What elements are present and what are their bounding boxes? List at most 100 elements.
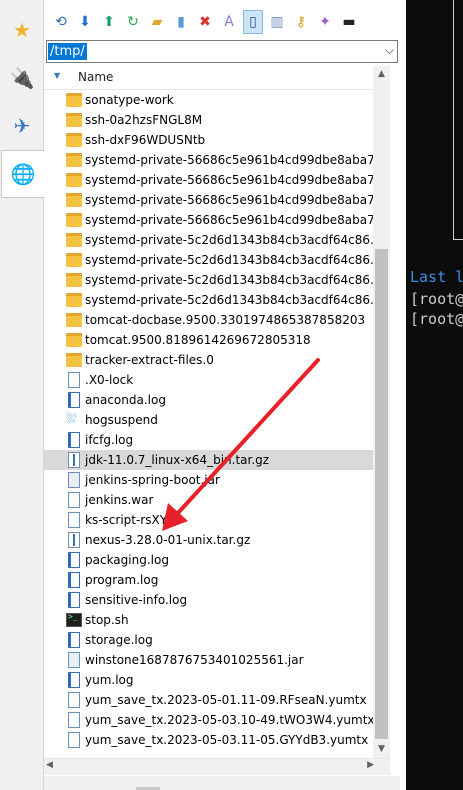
folder-icon [66,273,82,287]
file-list: sonatype-work ssh-0a2hzsFNGL8M ssh-dxF96WD… [44,90,380,758]
log-icon [68,632,80,648]
file-row[interactable]: yum.log [44,670,378,690]
reload-icon[interactable]: ↻ [123,10,143,34]
jar-icon [68,472,80,488]
folder-row[interactable]: ssh-0a2hzsFNGL8M [44,110,378,130]
send-icon[interactable]: ✈ [2,102,42,150]
file-name: storage.log [85,633,153,647]
folder-row[interactable]: sonatype-work [44,90,378,110]
folder-icon [66,153,82,167]
horizontal-scrollbar[interactable]: ◀ ▶ [44,758,390,775]
new-folder-icon[interactable]: ▰ [147,10,167,34]
globe-icon[interactable]: 🌐 [1,150,44,198]
file-row[interactable]: yum_save_tx.2023-05-03.11-05.GYYdB3.yumt… [44,730,378,750]
gz-icon [68,532,80,548]
folder-row[interactable]: systemd-private-5c2d6d1343b84cb3acdf64c8… [44,290,380,310]
file-row[interactable]: nexus-3.28.0-01-unix.tar.gz [44,530,378,550]
scroll-left-icon[interactable]: ◀ [46,760,53,770]
file-row[interactable]: .X0-lock [44,370,378,390]
file-name: ks-script-rsXYJ [85,513,171,527]
scroll-right-icon[interactable]: ▶ [367,760,374,770]
delete-icon[interactable]: ✖ [195,10,215,34]
refresh-folder-icon[interactable]: ⟲ [51,10,71,34]
rename-icon[interactable]: A [219,10,239,34]
log-icon [68,592,80,608]
file-row[interactable]: ks-script-rsXYJ [44,510,378,530]
filter-icon[interactable]: ▥ [267,10,287,34]
file-name: systemd-private-56686c5e961b4cd99dbe8aba… [85,153,380,167]
log-icon [68,672,80,688]
folder-icon [66,93,82,107]
file-row[interactable]: storage.log [44,630,378,650]
vertical-scrollbar[interactable]: ▲ ▼ [373,66,390,758]
terminal-prompt: [root@ [410,310,463,328]
file-icon [68,732,80,748]
file-name: yum_save_tx.2023-05-01.11-09.RFseaN.yumt… [85,693,367,707]
star-icon[interactable]: ★ [2,6,42,54]
file-row[interactable]: jenkins-spring-boot.jar [44,470,378,490]
properties-icon[interactable]: ▯ [243,10,263,34]
scrollbar-thumb[interactable] [375,249,388,739]
file-name: sensitive-info.log [85,593,188,607]
folder-row[interactable]: systemd-private-56686c5e961b4cd99dbe8aba… [44,190,380,210]
file-name: yum_save_tx.2023-05-03.11-05.GYYdB3.yumt… [85,733,369,747]
new-file-icon[interactable]: ▮ [171,10,191,34]
chevron-down-icon[interactable]: ⌵ [385,43,394,58]
folder-row[interactable]: tomcat.9500.8189614269672805318 [44,330,378,350]
status-strip [44,776,400,790]
file-row[interactable]: stop.sh [44,610,378,630]
magic-wand-icon[interactable]: ✦ [315,10,335,34]
file-name: yum.log [85,673,134,687]
sh-icon [66,612,82,627]
folder-row[interactable]: systemd-private-5c2d6d1343b84cb3acdf64c8… [44,250,380,270]
side-tab-strip: ★ 🔌 ✈ 🌐 [0,0,44,790]
folder-row[interactable]: systemd-private-5c2d6d1343b84cb3acdf64c8… [44,230,380,250]
file-name: tomcat-docbase.9500.3301974865387858203 [85,313,366,327]
terminal-icon[interactable]: ▬ [339,10,359,34]
name-column-header[interactable]: Name [78,70,113,84]
file-name: stop.sh [85,613,129,627]
column-header[interactable]: ▼ Name [44,66,380,90]
file-name: systemd-private-5c2d6d1343b84cb3acdf64c8… [85,293,380,307]
file-row[interactable]: ifcfg.log [44,430,378,450]
folder-row[interactable]: systemd-private-5c2d6d1343b84cb3acdf64c8… [44,270,380,290]
jar-icon [68,652,80,668]
plug-icon[interactable]: 🔌 [2,54,42,102]
file-name: nexus-3.28.0-01-unix.tar.gz [85,533,251,547]
file-icon [68,372,80,388]
file-row[interactable]: packaging.log [44,550,378,570]
file-row[interactable]: yum_save_tx.2023-05-03.10-49.tWO3W4.yumt… [44,710,378,730]
file-row[interactable]: yum_save_tx.2023-05-01.11-09.RFseaN.yumt… [44,690,378,710]
folder-icon [66,173,82,187]
key-icon[interactable]: ⚷ [291,10,311,34]
folder-row[interactable]: tomcat-docbase.9500.3301974865387858203 [44,310,378,330]
folder-row[interactable]: ssh-dxF96WDUSNtb [44,130,378,150]
file-icon [68,692,80,708]
folder-row[interactable]: systemd-private-56686c5e961b4cd99dbe8aba… [44,210,380,230]
terminal-pane[interactable]: Last l [root@ [root@ [406,0,463,790]
folder-row[interactable]: tracker-extract-files.0 [44,350,378,370]
file-name: program.log [85,573,159,587]
file-name: jdk-11.0.7_linux-x64_bin.tar.gz [85,453,270,467]
toolbar: ⟲ ⬇ ⬆ ↻ ▰ ▮ ✖ A ▯ ▥ ⚷ ✦ ▬ [44,6,400,38]
file-row[interactable]: program.log [44,570,378,590]
file-browser-panel: ⟲ ⬇ ⬆ ↻ ▰ ▮ ✖ A ▯ ▥ ⚷ ✦ ▬ /tmp/ ⌵ ▼ Name sonatype-wo… [44,0,400,790]
folder-row[interactable]: systemd-private-56686c5e961b4cd99dbe8aba… [44,170,380,190]
log-icon [68,392,80,408]
log-icon [68,432,80,448]
app-icon: ⛆ [66,412,77,427]
file-row[interactable]: ⛆ hogsuspend [44,410,378,430]
file-row[interactable]: jdk-11.0.7_linux-x64_bin.tar.gz [44,450,378,470]
file-row[interactable]: sensitive-info.log [44,590,378,610]
scroll-up-icon[interactable]: ▲ [373,66,390,83]
path-text[interactable]: /tmp/ [48,43,87,60]
folder-row[interactable]: systemd-private-56686c5e961b4cd99dbe8aba… [44,150,380,170]
file-row[interactable]: winstone1687876753401025561.jar [44,650,378,670]
download-icon[interactable]: ⬇ [75,10,95,34]
upload-icon[interactable]: ⬆ [99,10,119,34]
path-input[interactable]: /tmp/ ⌵ [46,40,398,63]
file-row[interactable]: anaconda.log [44,390,378,410]
scroll-down-icon[interactable]: ▼ [373,741,390,758]
folder-icon [66,353,82,367]
file-row[interactable]: jenkins.war [44,490,378,510]
